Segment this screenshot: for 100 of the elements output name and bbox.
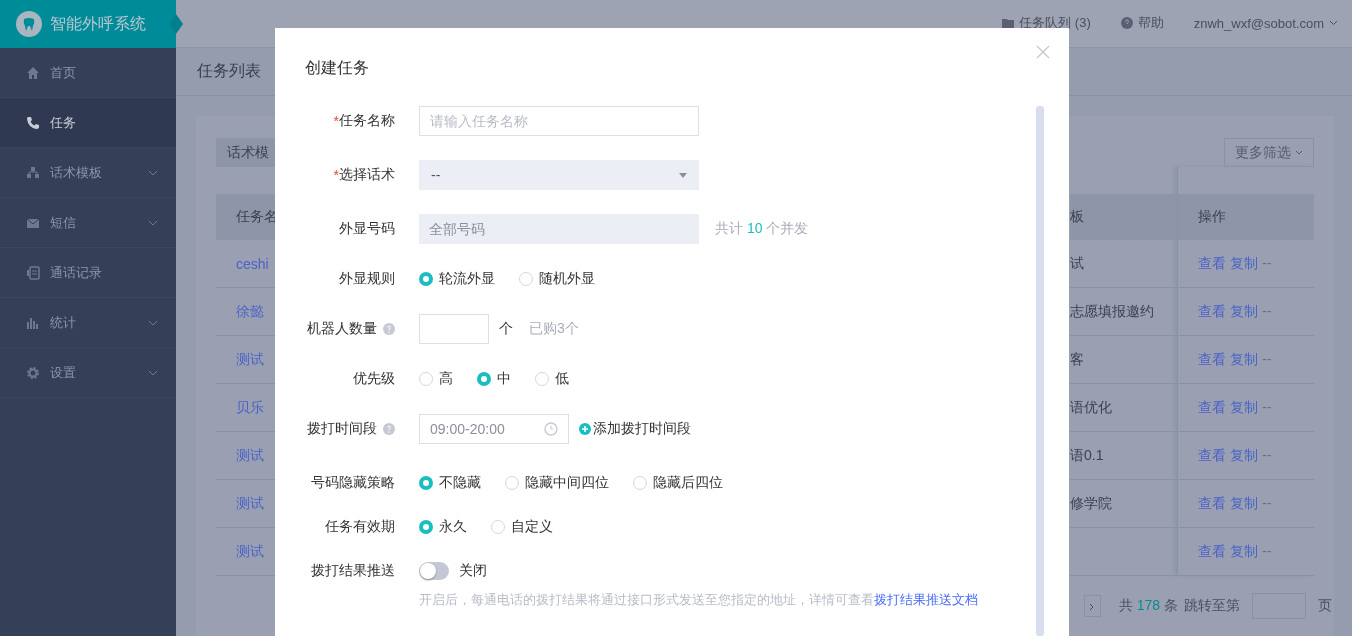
action-link[interactable]: 查看 xyxy=(1198,254,1226,273)
field-label: 优先级 xyxy=(353,370,395,388)
user-menu[interactable]: znwh_wxf@sobot.com xyxy=(1193,15,1338,31)
sidebar-item[interactable]: 通话记录 xyxy=(0,248,176,298)
clock-icon xyxy=(544,422,558,436)
table-cell: -- xyxy=(1262,398,1272,417)
field-label: 任务有效期 xyxy=(325,518,395,536)
action-link[interactable]: 复制 xyxy=(1230,350,1258,369)
field-label: 拨打结果推送 xyxy=(311,562,395,580)
action-link[interactable]: 复制 xyxy=(1230,398,1258,417)
radio-option[interactable]: 轮流外显 xyxy=(419,270,495,288)
help-icon xyxy=(1120,17,1133,30)
radio-option[interactable]: 隐藏中间四位 xyxy=(505,474,609,492)
home-icon xyxy=(26,65,40,80)
table-cell: 语优化 xyxy=(1070,398,1112,417)
required-mark: * xyxy=(333,113,339,129)
sidebar-item[interactable]: 任务 xyxy=(0,98,176,148)
table-cell: -- xyxy=(1262,350,1272,369)
concurrency-note: 共计 10 个并发 xyxy=(715,220,809,238)
total-count: 共 178 条 xyxy=(1118,597,1178,615)
field-label: 外显规则 xyxy=(339,270,395,288)
column-header: 板 xyxy=(1070,194,1177,240)
unit-label: 个 xyxy=(499,320,513,338)
action-link[interactable]: 复制 xyxy=(1230,446,1258,465)
radio-option[interactable]: 不隐藏 xyxy=(419,474,481,492)
add-time-range-button[interactable]: 添加拨打时间段 xyxy=(579,420,691,438)
action-link[interactable]: 查看 xyxy=(1198,446,1226,465)
sidebar-item[interactable]: 设置 xyxy=(0,348,176,398)
action-link[interactable]: 查看 xyxy=(1198,542,1226,561)
field-label: 外显号码 xyxy=(339,220,395,238)
chevron-icon xyxy=(1295,150,1303,155)
sidebar-item[interactable]: 话术模板 xyxy=(0,148,176,198)
action-link[interactable]: 查看 xyxy=(1198,494,1226,513)
jump-label: 跳转至第 xyxy=(1184,597,1240,615)
action-link[interactable]: 复制 xyxy=(1230,302,1258,321)
field-label: 拨打时间段 xyxy=(307,420,377,438)
page-title: 任务列表 xyxy=(197,60,261,81)
task-queue-link[interactable]: 任务队列 (3) xyxy=(1019,14,1091,33)
task-name-link[interactable]: 测试 xyxy=(236,494,264,513)
action-link[interactable]: 复制 xyxy=(1230,254,1258,273)
table-cell: -- xyxy=(1262,302,1272,321)
table-cell: 试 xyxy=(1070,254,1084,273)
action-link[interactable]: 查看 xyxy=(1198,398,1226,417)
table-cell: -- xyxy=(1262,542,1272,561)
radio-option[interactable]: 低 xyxy=(535,370,569,388)
task-name-link[interactable]: 测试 xyxy=(236,350,264,369)
task-name-field[interactable]: 请输入任务名称 xyxy=(419,106,699,136)
sidebar-item[interactable]: 短信 xyxy=(0,198,176,248)
next-page-button[interactable] xyxy=(1083,595,1101,617)
field-label: 任务名称 xyxy=(339,112,395,130)
table-cell: 志愿填报邀约 xyxy=(1070,302,1154,321)
task-name-link[interactable]: ceshi xyxy=(236,255,269,272)
scrollbar[interactable] xyxy=(1036,106,1044,636)
table-cell: -- xyxy=(1262,446,1272,465)
caret-icon xyxy=(1329,20,1338,27)
bar-chart-icon xyxy=(26,315,40,330)
field-label: 号码隐藏策略 xyxy=(311,474,395,492)
folder-icon xyxy=(1002,17,1015,30)
table-cell: -- xyxy=(1262,494,1272,513)
hint-text: 开启后，每通电话的拨打结果将通过接口形式发送至您指定的地址，详情可查看拨打结果推送文档 xyxy=(419,592,978,607)
script-select[interactable]: -- xyxy=(419,160,699,190)
hierarchy-icon xyxy=(26,165,40,180)
action-link[interactable]: 复制 xyxy=(1230,494,1258,513)
dialog-title: 创建任务 xyxy=(305,58,369,78)
radio-option[interactable]: 中 xyxy=(477,370,511,388)
action-link[interactable]: 查看 xyxy=(1198,350,1226,369)
action-link[interactable]: 查看 xyxy=(1198,302,1226,321)
table-cell: 修学院 xyxy=(1070,494,1112,513)
table-cell: 客 xyxy=(1070,350,1084,369)
switch-state: 关闭 xyxy=(459,562,487,580)
close-icon[interactable] xyxy=(1036,45,1050,59)
task-name-link[interactable]: 贝乐 xyxy=(236,398,264,417)
task-name-link[interactable]: 测试 xyxy=(236,446,264,465)
radio-option[interactable]: 永久 xyxy=(419,518,467,536)
chevron-icon xyxy=(1089,602,1096,611)
radio-option[interactable]: 随机外显 xyxy=(519,270,595,288)
radio-option[interactable]: 高 xyxy=(419,370,453,388)
table-cell: -- xyxy=(1262,254,1272,273)
help-link[interactable]: 帮助 xyxy=(1137,14,1164,33)
app-title: 智能外呼系统 xyxy=(50,13,146,34)
sidebar-item[interactable]: 统计 xyxy=(0,298,176,348)
time-range-field[interactable]: 09:00-20:00 xyxy=(419,414,569,444)
phone-icon xyxy=(26,115,40,130)
table-cell: 语0.1 xyxy=(1070,446,1104,465)
plus-icon xyxy=(579,423,591,435)
field-label: 机器人数量 xyxy=(307,320,377,338)
more-filters-button[interactable]: 更多筛选 xyxy=(1224,138,1314,167)
robot-count-field[interactable] xyxy=(419,314,489,344)
task-name-link[interactable]: 测试 xyxy=(236,542,264,561)
task-name-link[interactable]: 徐懿 xyxy=(236,302,264,321)
collapse-handle[interactable] xyxy=(169,14,183,34)
radio-option[interactable]: 自定义 xyxy=(491,518,553,536)
radio-option[interactable]: 隐藏后四位 xyxy=(633,474,723,492)
column-header: 操作 xyxy=(1178,194,1314,240)
toggle-switch[interactable] xyxy=(419,562,449,580)
tooth-logo-icon xyxy=(16,11,42,37)
page-label: 页 xyxy=(1318,597,1332,615)
required-mark: * xyxy=(333,167,339,183)
doc-link[interactable]: 拨打结果推送文档 xyxy=(874,592,978,607)
action-link[interactable]: 复制 xyxy=(1230,542,1258,561)
